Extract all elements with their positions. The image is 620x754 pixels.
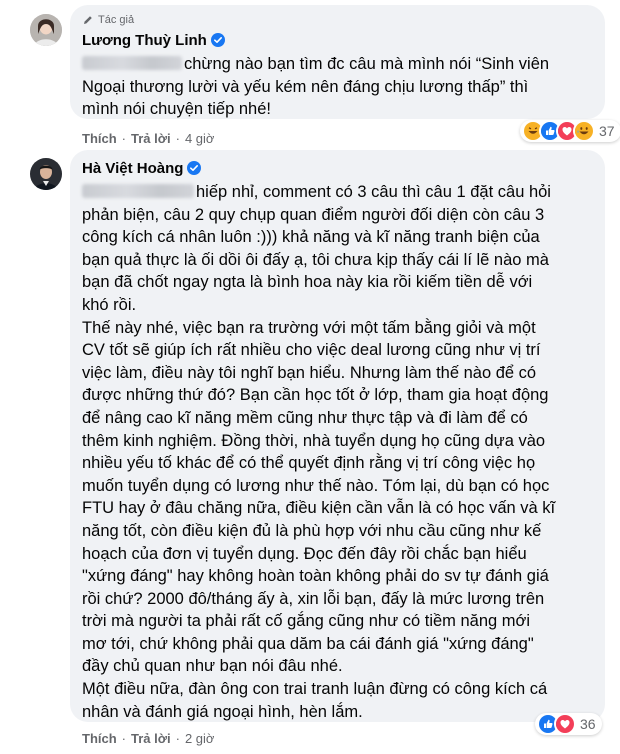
- comment-line: Thế này nhé, việc bạn ra trường với một …: [82, 318, 536, 337]
- comment-line: hoạch của đơn vị tuyển dụng. Đọc đến đây…: [82, 544, 527, 563]
- reaction-summary[interactable]: 36: [535, 713, 602, 735]
- comment-text: hiếp nhỉ, comment có 3 câu thì câu 1 đặt…: [82, 181, 593, 723]
- comment-author-name[interactable]: Hà Việt Hoàng: [82, 160, 183, 177]
- laugh-tears-reaction-icon: [573, 120, 595, 142]
- comment-bubble: Tác giả Lương Thuỳ Linh chừng nào bạn tì…: [70, 5, 605, 119]
- reaction-summary[interactable]: 37: [520, 120, 620, 142]
- comment-line: mình nói chuyện tiếp nhé!: [82, 100, 271, 119]
- comment-line: đầy chủ quan như bạn nói đâu nhé.: [82, 657, 343, 676]
- comment-line: việc làm, điều này tôi nghĩ bạn hiểu. Nh…: [82, 363, 537, 382]
- comment-line: phản biện, câu 2 quy chụp quan điểm ngườ…: [82, 205, 545, 224]
- comment-line: bạn đã chốt ngay ngta là bình hoa này ki…: [82, 273, 533, 292]
- badge-label: Tác giả: [98, 14, 135, 26]
- reaction-count: 37: [599, 123, 615, 139]
- comment-line: Một điều nữa, đàn ông con trai tranh luậ…: [82, 680, 548, 699]
- comment-line: muốn tuyển dụng có lương như thế nào. Tó…: [82, 476, 550, 495]
- comment-line: FTU hay ở đâu chăng nữa, điều kiện cần v…: [82, 499, 556, 518]
- comment-timestamp[interactable]: 4 giờ: [185, 131, 215, 146]
- like-button[interactable]: Thích: [82, 131, 117, 146]
- verified-badge-icon: [187, 161, 202, 175]
- blurred-mention[interactable]: [82, 184, 194, 198]
- comment-line: thêm kinh nghiệm. Đồng thời, nhà tuyển d…: [82, 431, 546, 450]
- comment-line: CV tốt sẽ giúp ích rất nhiều cho việc de…: [82, 341, 541, 360]
- avatar-image: [30, 158, 62, 190]
- comment-line: rồi chứ? 2000 đô/tháng ấy à, xin lỗi bạn…: [82, 589, 545, 608]
- comment-timestamp[interactable]: 2 giờ: [185, 731, 215, 746]
- comment-text: chừng nào bạn tìm đc câu mà mình nói “Si…: [82, 53, 593, 121]
- comment-line: trời mà người ta phải rất cố gắng cũng n…: [82, 612, 531, 631]
- comment-line: bạn quả thực là ối dồi ôi đấy ạ, tôi chư…: [82, 250, 549, 269]
- comment-bubble: Hà Việt Hoàng hiếp nhỉ, comment có 3 câu…: [70, 150, 605, 722]
- comment-line: khó rồi.: [82, 295, 137, 314]
- like-button[interactable]: Thích: [82, 731, 117, 746]
- reply-button[interactable]: Trả lời: [131, 731, 171, 746]
- comment-line: được những thứ đó? Bạn cần học tốt ở lớp…: [82, 386, 549, 405]
- author-badge: Tác giả: [82, 13, 593, 27]
- comment-line: chừng nào bạn tìm đc câu mà mình nói “Si…: [184, 55, 550, 73]
- comment-line: để nâng cao kĩ năng mềm cũng như thực tậ…: [82, 408, 528, 427]
- comment-line: "xứng đáng" hay không hoàn toàn không ph…: [82, 567, 549, 586]
- avatar[interactable]: [30, 14, 62, 46]
- avatar[interactable]: [30, 158, 62, 190]
- comment-line: Ngoại thương lười và yếu kém nên đáng ch…: [82, 77, 529, 96]
- blurred-mention[interactable]: [82, 56, 182, 70]
- pen-icon: [84, 16, 92, 24]
- comment-actions: Thích · Trả lời · 4 giờ: [82, 131, 215, 146]
- reaction-count: 36: [580, 716, 596, 732]
- comment-line: nhiều yếu tố khác để có thể quyết định r…: [82, 454, 536, 473]
- comment-line: nhân và đánh giá ngoại hình, hèn lắm.: [82, 702, 363, 721]
- comment-line: hiếp nhỉ, comment có 3 câu thì câu 1 đặt…: [196, 183, 551, 201]
- comment-author-name[interactable]: Lương Thuỳ Linh: [82, 32, 207, 49]
- comment-line: công kích cá nhân luôn :))) khả năng và …: [82, 228, 540, 247]
- comment-line: năng tốt, còn điều kiện đủ là phù hợp vớ…: [82, 521, 542, 540]
- love-reaction-icon: [554, 713, 576, 735]
- comment-line: mơ tới, chứ không phải qua dăm ba cái đá…: [82, 634, 534, 653]
- verified-badge-icon: [210, 33, 225, 47]
- comment-actions: Thích · Trả lời · 2 giờ: [82, 731, 215, 746]
- avatar-image: [30, 14, 62, 46]
- reply-button[interactable]: Trả lời: [131, 131, 171, 146]
